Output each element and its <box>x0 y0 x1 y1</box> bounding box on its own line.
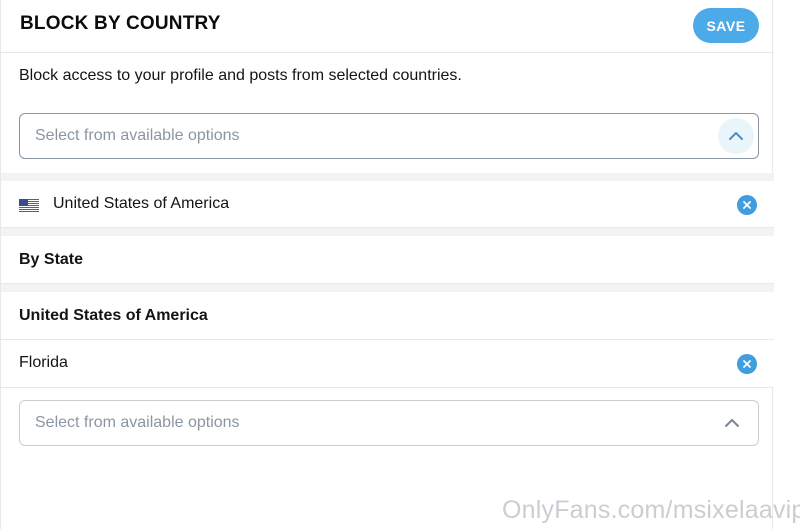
state-name: Florida <box>19 354 68 371</box>
state-select[interactable]: Select from available options <box>19 400 759 446</box>
close-icon <box>743 360 751 368</box>
by-state-heading: By State <box>19 251 84 268</box>
country-select-placeholder: Select from available options <box>35 127 240 144</box>
by-state-section: By State <box>1 236 774 284</box>
selected-state-row: Florida <box>1 340 774 388</box>
divider <box>1 173 774 181</box>
chevron-up-icon[interactable] <box>714 405 750 441</box>
state-country-row: United States of America <box>1 292 774 340</box>
country-select[interactable]: Select from available options <box>19 113 759 159</box>
us-flag-icon <box>19 199 39 212</box>
close-icon <box>743 201 751 209</box>
country-name: United States of America <box>53 195 230 212</box>
remove-state-button[interactable] <box>737 354 757 374</box>
divider <box>1 228 774 236</box>
description: Block access to your profile and posts f… <box>19 67 462 84</box>
save-button[interactable]: SAVE <box>693 8 759 43</box>
selected-country-row: United States of America <box>1 181 774 228</box>
divider <box>1 284 774 292</box>
state-select-placeholder: Select from available options <box>35 414 240 431</box>
block-by-country-panel: BLOCK BY COUNTRY SAVE Block access to yo… <box>0 0 774 529</box>
header: BLOCK BY COUNTRY SAVE <box>1 0 774 53</box>
watermark: OnlyFans.com/msixelaavip <box>502 496 800 524</box>
state-country-heading: United States of America <box>19 307 208 324</box>
chevron-up-icon[interactable] <box>718 118 754 154</box>
page-title: BLOCK BY COUNTRY <box>20 13 221 34</box>
remove-country-button[interactable] <box>737 195 757 215</box>
